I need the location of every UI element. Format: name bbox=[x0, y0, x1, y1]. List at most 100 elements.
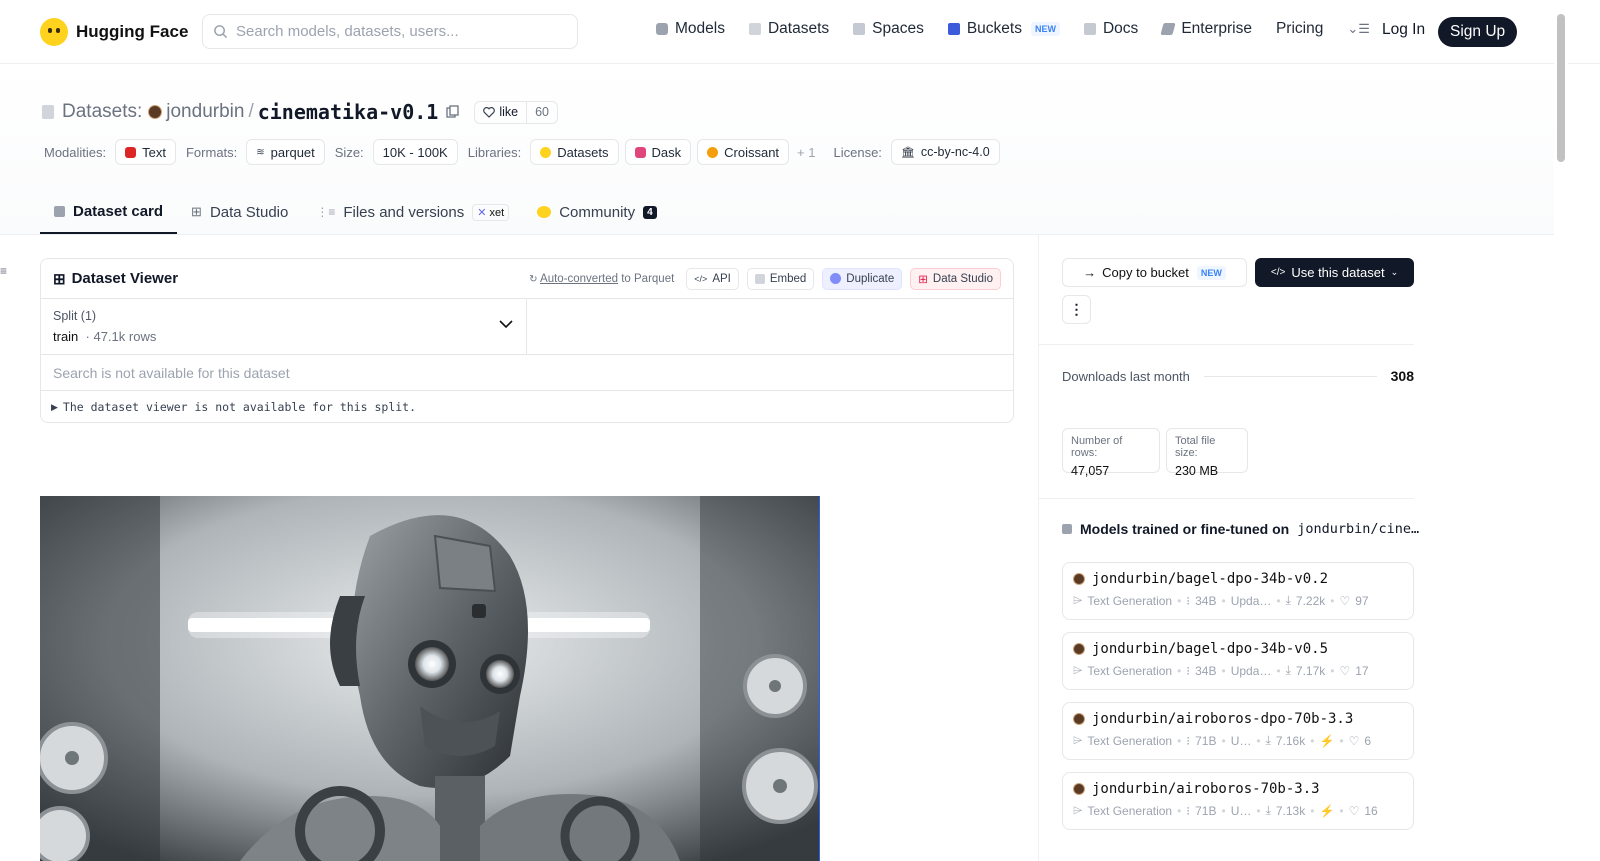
nav-buckets[interactable]: Buckets NEW bbox=[947, 20, 1060, 38]
model-name-row: jondurbin/bagel-dpo-34b-v0.5 bbox=[1073, 641, 1403, 657]
copy-to-bucket-label: Copy to bucket bbox=[1102, 265, 1189, 280]
model-name[interactable]: jondurbin/airoboros-dpo-70b-3.3 bbox=[1092, 711, 1353, 727]
model-card[interactable]: jondurbin/airoboros-70b-3.3 ⌲ Text Generat… bbox=[1062, 772, 1414, 830]
meta-dot: • bbox=[1177, 593, 1182, 608]
download-icon: ⤓ bbox=[1285, 663, 1291, 677]
toc-toggle-icon[interactable]: ≡ bbox=[0, 264, 7, 278]
meta-dot: • bbox=[1221, 593, 1226, 608]
model-name[interactable]: jondurbin/bagel-dpo-34b-v0.2 bbox=[1092, 571, 1328, 587]
split-rows: · 47.1k rows bbox=[85, 329, 157, 344]
dask-icon bbox=[634, 146, 646, 158]
format-chip-parquet[interactable]: ≋ parquet bbox=[246, 139, 325, 165]
nav-more-menu[interactable]: ⌄☰ bbox=[1347, 21, 1370, 37]
params-icon: ⁝ bbox=[1186, 663, 1191, 678]
like-action[interactable]: like bbox=[475, 101, 528, 123]
download-icon: ⤓ bbox=[1265, 733, 1271, 747]
brand-logo[interactable]: Hugging Face bbox=[40, 18, 188, 46]
library-chip-croissant[interactable]: Croissant bbox=[697, 139, 790, 165]
copy-icon[interactable] bbox=[446, 105, 460, 119]
downloads-row: Downloads last month 308 bbox=[1062, 368, 1414, 384]
license-chip[interactable]: 🏛 cc-by-nc-4.0 bbox=[890, 139, 1000, 165]
nav-models[interactable]: Models bbox=[656, 20, 725, 38]
nav-pricing[interactable]: Pricing bbox=[1276, 20, 1323, 38]
use-dataset-button[interactable]: </> Use this dataset ⌄ bbox=[1255, 258, 1414, 287]
data-studio-icon: ⊞ bbox=[918, 273, 928, 286]
repo-owner-link[interactable]: jondurbin bbox=[166, 101, 244, 123]
text-generation-icon: ⌲ bbox=[1073, 663, 1083, 677]
library-chip-datasets[interactable]: Datasets bbox=[530, 139, 619, 165]
split-label: Split (1) bbox=[53, 309, 97, 323]
chevron-down-icon bbox=[499, 320, 513, 329]
model-updated: Upda… bbox=[1230, 593, 1272, 608]
repo-name[interactable]: cinematika-v0.1 bbox=[258, 100, 439, 124]
duplicate-button[interactable]: Duplicate bbox=[822, 267, 903, 290]
model-owner-avatar bbox=[1073, 783, 1085, 795]
datasets-icon bbox=[748, 23, 761, 35]
grid-icon: ⊞ bbox=[53, 270, 66, 288]
model-likes: 17 bbox=[1355, 663, 1369, 678]
meta-dot: • bbox=[1339, 803, 1344, 818]
global-search[interactable] bbox=[202, 14, 578, 49]
tab-files-versions[interactable]: ⋮≡ Files and versions ✕ xet bbox=[302, 190, 523, 234]
repo-tabs: Dataset card ⊞ Data Studio ⋮≡ Files and ve… bbox=[40, 190, 671, 235]
nav-enterprise[interactable]: Enterprise bbox=[1160, 20, 1252, 38]
meta-dot: • bbox=[1221, 733, 1226, 748]
tab-community[interactable]: Community 4 bbox=[523, 190, 670, 234]
modalities-label: Modalities: bbox=[44, 144, 107, 160]
model-name[interactable]: jondurbin/bagel-dpo-34b-v0.5 bbox=[1092, 641, 1328, 657]
data-studio-button[interactable]: ⊞ Data Studio bbox=[910, 267, 1001, 290]
like-button[interactable]: like 60 bbox=[474, 100, 559, 124]
community-count-badge: 4 bbox=[643, 205, 657, 219]
copy-to-bucket-button[interactable]: → Copy to bucket NEW bbox=[1062, 258, 1247, 287]
modality-chip-text[interactable]: Text bbox=[115, 139, 176, 165]
rows-stat: Number of rows: 47,057 bbox=[1062, 428, 1160, 478]
size-label: Size: bbox=[334, 144, 364, 160]
filesize-stat-value: 230 MB bbox=[1175, 464, 1219, 478]
filesize-stat: Total file size: 230 MB bbox=[1166, 428, 1248, 478]
meta-dot: • bbox=[1310, 803, 1315, 818]
model-params: 71B bbox=[1195, 733, 1217, 748]
model-card[interactable]: jondurbin/bagel-dpo-34b-v0.2 ⌲ Text Genera… bbox=[1062, 562, 1414, 620]
libraries-more[interactable]: + 1 bbox=[797, 145, 815, 160]
nav-buckets-label: Buckets bbox=[966, 20, 1022, 37]
nav-datasets[interactable]: Datasets bbox=[748, 20, 829, 38]
login-link[interactable]: Log In bbox=[1382, 21, 1425, 39]
repo-type-label[interactable]: Datasets: bbox=[62, 101, 142, 123]
rows-stat-label: Number of rows: bbox=[1071, 435, 1123, 459]
croissant-icon bbox=[707, 146, 719, 158]
modality-label: Text bbox=[142, 144, 166, 160]
heart-icon: ♡ bbox=[1348, 803, 1360, 818]
nav-spaces[interactable]: Spaces bbox=[853, 20, 924, 38]
tabs-divider bbox=[0, 234, 1554, 235]
api-button[interactable]: </> API bbox=[686, 267, 739, 290]
model-card[interactable]: jondurbin/bagel-dpo-34b-v0.5 ⌲ Text Genera… bbox=[1062, 632, 1414, 690]
split-select[interactable]: Split (1) train · 47.1k rows bbox=[41, 299, 527, 354]
meta-dot: • bbox=[1177, 803, 1182, 818]
libraries-label: Libraries: bbox=[467, 144, 522, 160]
library-chip-dask[interactable]: Dask bbox=[624, 139, 692, 165]
meta-dot: • bbox=[1256, 803, 1261, 818]
more-options-button[interactable]: ⋮ bbox=[1062, 295, 1091, 324]
tab-data-studio-label: Data Studio bbox=[209, 203, 289, 221]
embed-button[interactable]: Embed bbox=[746, 267, 815, 290]
model-meta: ⌲ Text Generation • ⁝ 71B • U… • ⤓ 7.16k • ⚡ • ♡ 6 bbox=[1073, 733, 1403, 748]
auto-converted-note[interactable]: ↻ Auto-converted to Parquet bbox=[529, 273, 674, 285]
model-name[interactable]: jondurbin/airoboros-70b-3.3 bbox=[1092, 781, 1320, 797]
viewer-not-available[interactable]: ▶ The dataset viewer is not available for… bbox=[41, 391, 1013, 422]
dataset-icon bbox=[42, 105, 54, 119]
search-input[interactable] bbox=[236, 23, 556, 40]
auto-converted-link[interactable]: Auto-converted bbox=[540, 273, 618, 285]
meta-dot: • bbox=[1177, 663, 1182, 678]
code-icon: </> bbox=[694, 273, 708, 284]
xet-badge: ✕ xet bbox=[472, 203, 510, 221]
signup-button[interactable]: Sign Up bbox=[1438, 17, 1518, 47]
scrollbar-thumb[interactable] bbox=[1557, 14, 1565, 162]
size-chip[interactable]: 10K - 100K bbox=[372, 139, 458, 165]
tab-data-studio[interactable]: ⊞ Data Studio bbox=[177, 190, 302, 234]
nav-docs[interactable]: Docs bbox=[1083, 20, 1138, 38]
downloads-label: Downloads last month bbox=[1062, 368, 1190, 384]
tab-dataset-card[interactable]: Dataset card bbox=[40, 190, 178, 234]
model-card[interactable]: jondurbin/airoboros-dpo-70b-3.3 ⌲ Text Gen… bbox=[1062, 702, 1414, 760]
params-icon: ⁝ bbox=[1186, 733, 1191, 748]
like-count[interactable]: 60 bbox=[527, 105, 557, 119]
